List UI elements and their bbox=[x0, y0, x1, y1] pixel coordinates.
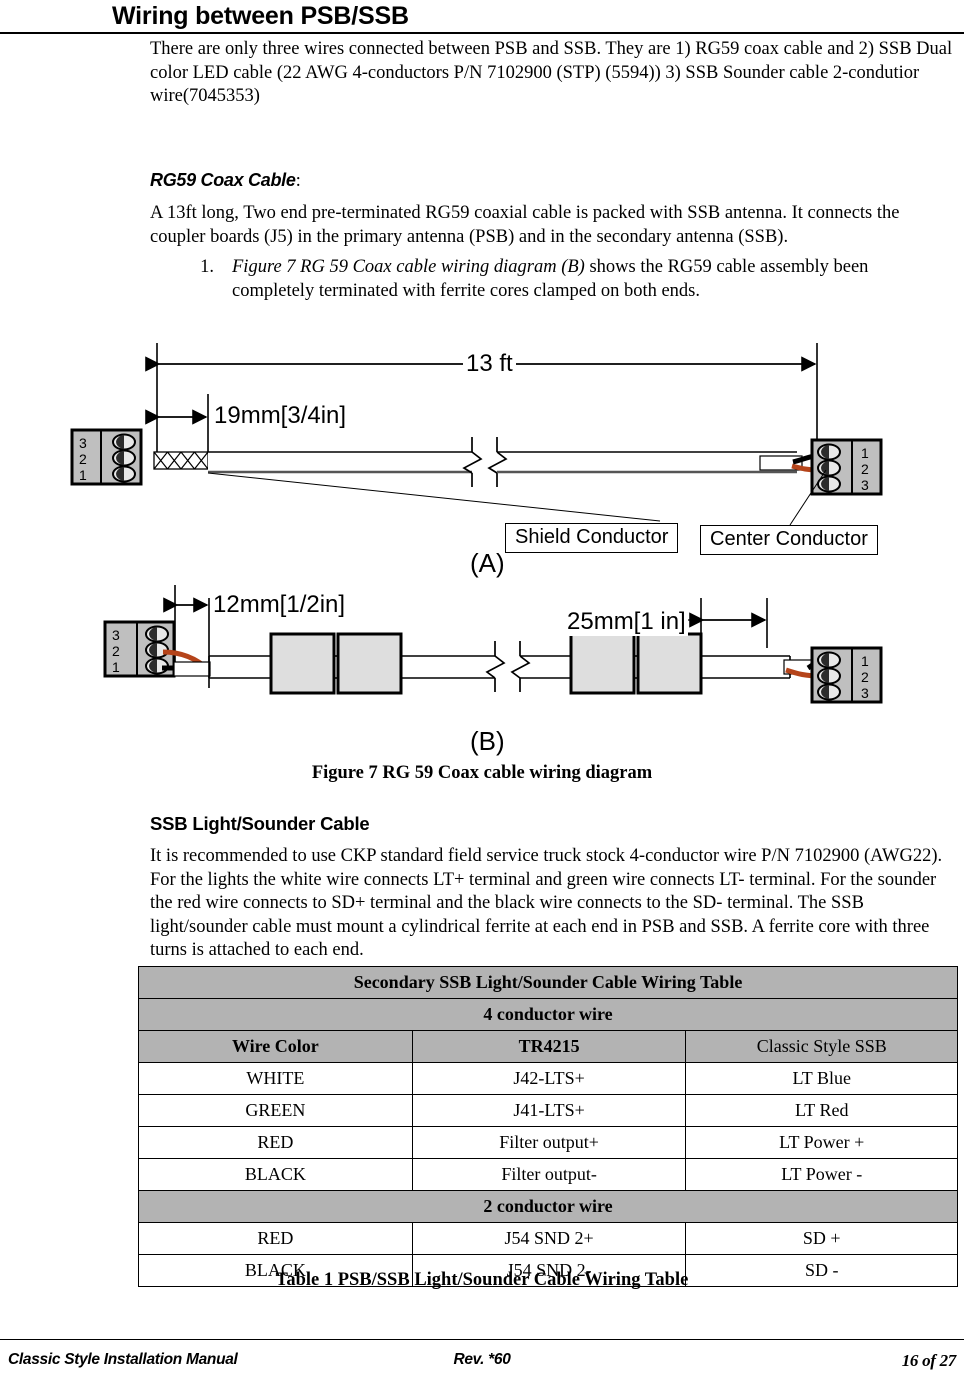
table-row: RED J54 SND 2+ SD + bbox=[138, 1222, 958, 1255]
table-header-row: Wire Color TR4215 Classic Style SSB bbox=[138, 1030, 958, 1063]
rg59-heading: RG59 Coax Cable: bbox=[150, 170, 301, 192]
dimension-12mm-label: 12mm[1/2in] bbox=[213, 591, 346, 618]
cell-wire-color: WHITE bbox=[138, 1062, 413, 1095]
rg59-heading-text: RG59 Coax Cable bbox=[150, 170, 296, 190]
svg-text:2: 2 bbox=[79, 451, 87, 467]
table-row: RED Filter output+ LT Power + bbox=[138, 1126, 958, 1159]
rg59-heading-colon: : bbox=[295, 170, 301, 191]
table-caption: Table 1 PSB/SSB Light/Sounder Cable Wiri… bbox=[275, 1270, 689, 1290]
table-section-4cond-cell: 4 conductor wire bbox=[138, 998, 958, 1031]
title-divider bbox=[0, 32, 964, 34]
cell-classic-ssb: LT Power + bbox=[685, 1126, 958, 1159]
callout-center-conductor: Center Conductor bbox=[700, 525, 878, 555]
cell-wire-color: BLACK bbox=[138, 1158, 413, 1191]
cell-classic-ssb: SD + bbox=[685, 1222, 958, 1255]
footer-page-number: 16 of 27 bbox=[901, 1351, 957, 1371]
cell-tr4215: Filter output- bbox=[411, 1158, 687, 1191]
table-header-wire-color: Wire Color bbox=[138, 1030, 413, 1063]
svg-text:2: 2 bbox=[861, 669, 869, 685]
cell-classic-ssb: LT Red bbox=[685, 1094, 958, 1127]
svg-text:1: 1 bbox=[861, 653, 869, 669]
callout-shield-conductor: Shield Conductor bbox=[505, 523, 679, 553]
footer-divider bbox=[0, 1339, 964, 1340]
ssb-cable-paragraph: It is recommended to use CKP standard fi… bbox=[150, 846, 943, 960]
panel-b-label: (B) bbox=[470, 726, 505, 756]
wiring-table: Secondary SSB Light/Sounder Cable Wiring… bbox=[138, 966, 958, 1287]
footer-revision: Rev. *60 bbox=[453, 1351, 511, 1368]
table-row: BLACK Filter output- LT Power - bbox=[138, 1158, 958, 1191]
table-header-tr4215: TR4215 bbox=[411, 1030, 687, 1063]
table-section-2cond-row: 2 conductor wire bbox=[138, 1190, 958, 1223]
cell-classic-ssb: LT Power - bbox=[685, 1158, 958, 1191]
svg-text:2: 2 bbox=[112, 643, 120, 659]
panel-a-label: (A) bbox=[470, 548, 505, 578]
svg-text:2: 2 bbox=[861, 461, 869, 477]
list-item-number: 1. bbox=[200, 257, 214, 277]
svg-text:3: 3 bbox=[861, 477, 869, 493]
svg-text:1: 1 bbox=[861, 445, 869, 461]
table-title-row: Secondary SSB Light/Sounder Cable Wiring… bbox=[138, 966, 958, 999]
ssb-cable-heading: SSB Light/Sounder Cable bbox=[150, 813, 370, 834]
cell-tr4215: J54 SND 2+ bbox=[411, 1222, 687, 1255]
intro-paragraph: There are only three wires connected bet… bbox=[150, 39, 953, 106]
table-section-2cond-cell: 2 conductor wire bbox=[138, 1190, 958, 1223]
footer-page-number-text: 16 of 27 bbox=[901, 1351, 957, 1370]
rg59-paragraph: A 13ft long, Two end pre-terminated RG59… bbox=[150, 203, 900, 247]
table-section-4cond-row: 4 conductor wire bbox=[138, 998, 958, 1031]
svg-text:3: 3 bbox=[79, 435, 87, 451]
dimension-25mm-label: 25mm[1 in] bbox=[565, 608, 688, 636]
list-item-figure-ref: Figure 7 RG 59 Coax cable wiring diagram… bbox=[232, 257, 585, 277]
svg-text:3: 3 bbox=[112, 627, 120, 643]
cell-wire-color: RED bbox=[138, 1222, 413, 1255]
table-header-classic-style-ssb: Classic Style SSB bbox=[685, 1030, 958, 1063]
list-item-body: Figure 7 RG 59 Coax cable wiring diagram… bbox=[232, 256, 942, 303]
table-title-cell: Secondary SSB Light/Sounder Cable Wiring… bbox=[138, 966, 958, 999]
cell-tr4215: Filter output+ bbox=[411, 1126, 687, 1159]
table-row: WHITE J42-LTS+ LT Blue bbox=[138, 1062, 958, 1095]
table-row: GREEN J41-LTS+ LT Red bbox=[138, 1094, 958, 1127]
cell-tr4215: J41-LTS+ bbox=[411, 1094, 687, 1127]
page-title: Wiring between PSB/SSB bbox=[112, 2, 409, 30]
cell-wire-color: RED bbox=[138, 1126, 413, 1159]
cell-tr4215: J42-LTS+ bbox=[411, 1062, 687, 1095]
dimension-19mm-label: 19mm[3/4in] bbox=[214, 402, 347, 429]
svg-text:1: 1 bbox=[112, 659, 120, 675]
cell-wire-color: GREEN bbox=[138, 1094, 413, 1127]
svg-text:3: 3 bbox=[861, 685, 869, 701]
svg-text:1: 1 bbox=[79, 467, 87, 483]
cell-classic-ssb: LT Blue bbox=[685, 1062, 958, 1095]
figure-caption: Figure 7 RG 59 Coax cable wiring diagram bbox=[311, 763, 653, 783]
dimension-13ft-label: 13 ft bbox=[463, 350, 516, 378]
